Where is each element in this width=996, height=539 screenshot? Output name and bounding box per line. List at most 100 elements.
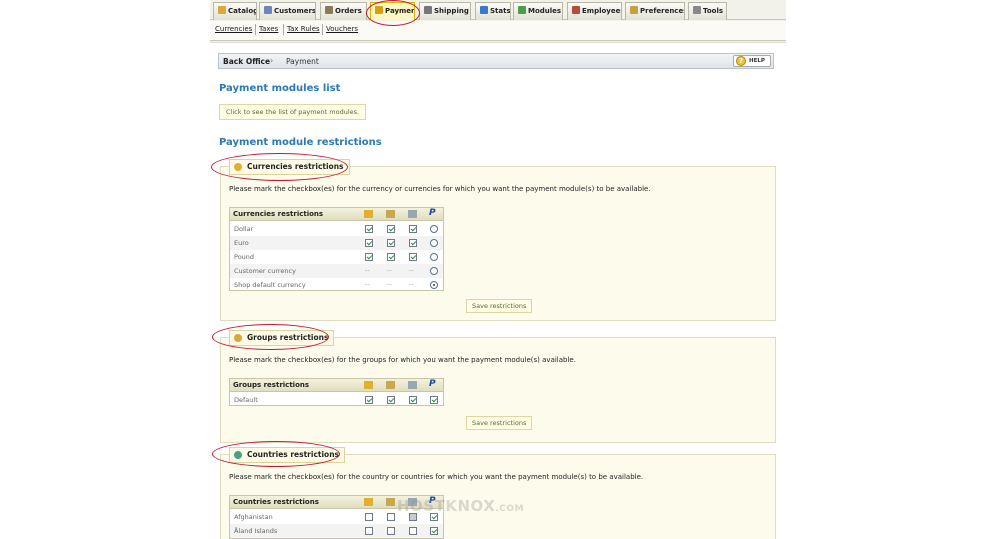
- tab-label: Customers: [274, 7, 316, 15]
- module-checkbox[interactable]: [387, 396, 395, 404]
- table-row: Åland Islands: [230, 524, 443, 538]
- not-applicable-dash: --: [365, 280, 370, 288]
- tab-tools[interactable]: Tools: [688, 2, 727, 20]
- module-checkbox[interactable]: [365, 239, 373, 247]
- module-checkbox[interactable]: [387, 253, 395, 261]
- module-checkbox[interactable]: [387, 513, 395, 521]
- breadcrumb-current: Payment: [286, 57, 319, 66]
- help-button[interactable]: ? HELP: [733, 55, 771, 67]
- tab-label: Orders: [335, 7, 362, 15]
- tab-label: Modules: [528, 7, 562, 15]
- breadcrumb-arrow-icon: ›: [270, 56, 274, 65]
- module-checkbox[interactable]: [365, 253, 373, 261]
- module-checkbox[interactable]: [387, 239, 395, 247]
- globe-icon: [234, 451, 242, 459]
- user-icon: [264, 6, 272, 14]
- module-checkbox[interactable]: [409, 225, 417, 233]
- table-row: Afghanistan: [230, 510, 443, 524]
- tab-employees[interactable]: Employees: [567, 2, 622, 20]
- main-tab-bar: Catalog Customers Orders Payment Shipping Sta…: [210, 0, 786, 20]
- tab-label: Preferences: [640, 7, 685, 15]
- not-applicable-dash: --: [409, 280, 414, 288]
- currencies-table: Currencies restrictions P Dollar Euro Pound C…: [229, 207, 444, 291]
- module-checkbox[interactable]: [409, 396, 417, 404]
- thumb-icon: [364, 498, 373, 506]
- subnav-currencies[interactable]: Currencies: [215, 25, 252, 33]
- group-icon: [234, 334, 242, 342]
- subnav-vouchers[interactable]: Vouchers: [326, 25, 358, 33]
- groups-table: Groups restrictions P Default: [229, 378, 444, 406]
- currencies-restrictions-panel: Currencies restrictions Please mark the …: [220, 159, 776, 321]
- paypal-icon: P: [429, 208, 436, 218]
- wire-icon: [408, 381, 417, 389]
- row-label: Åland Islands: [234, 527, 278, 535]
- cheque-icon: [386, 210, 395, 218]
- module-checkbox[interactable]: [430, 513, 438, 521]
- row-label: Afghanistan: [234, 513, 273, 521]
- module-checkbox[interactable]: [409, 527, 417, 535]
- tab-label: Stats: [490, 7, 511, 15]
- tab-modules[interactable]: Modules: [513, 2, 563, 20]
- tab-payment[interactable]: Payment: [370, 2, 415, 20]
- currencies-save-button[interactable]: Save restrictions: [466, 299, 533, 313]
- module-checkbox[interactable]: [430, 396, 438, 404]
- table-row: Dollar: [230, 222, 443, 236]
- countries-legend: Countries restrictions: [229, 447, 346, 463]
- module-radio[interactable]: [430, 281, 438, 289]
- groups-legend-label: Groups restrictions: [247, 333, 329, 342]
- not-applicable-dash: --: [365, 266, 370, 274]
- module-radio[interactable]: [430, 267, 438, 275]
- tab-orders[interactable]: Orders: [320, 2, 367, 20]
- paypal-icon: P: [429, 379, 436, 389]
- restrictions-title: Payment module restrictions: [219, 137, 382, 148]
- money-icon: [234, 163, 242, 171]
- folder-icon: [218, 6, 226, 14]
- module-radio[interactable]: [430, 225, 438, 233]
- breadcrumb-root[interactable]: Back Office: [223, 57, 270, 66]
- module-radio[interactable]: [430, 253, 438, 261]
- groups-restrictions-panel: Groups restrictions Please mark the chec…: [220, 330, 776, 443]
- table-row: Pound: [230, 250, 443, 264]
- module-checkbox[interactable]: [387, 527, 395, 535]
- module-checkbox[interactable]: [409, 239, 417, 247]
- countries-restrictions-panel: Countries restrictions Please mark the c…: [220, 447, 776, 539]
- subnav-separator: [255, 24, 256, 35]
- paypal-icon: P: [429, 496, 436, 506]
- subnav-separator: [283, 24, 284, 35]
- tab-stats[interactable]: Stats: [475, 2, 511, 20]
- employee-icon: [572, 6, 580, 14]
- main-content: Back Office › Payment ? HELP Payment mod…: [210, 42, 786, 539]
- module-checkbox[interactable]: [365, 527, 373, 535]
- table-row: Customer currency -- -- --: [230, 264, 443, 278]
- module-checkbox[interactable]: [365, 225, 373, 233]
- module-checkbox[interactable]: [365, 513, 373, 521]
- back-office-window: Catalog Customers Orders Payment Shipping Sta…: [210, 0, 786, 539]
- thumb-icon: [364, 210, 373, 218]
- module-radio[interactable]: [430, 239, 438, 247]
- tab-label: Tools: [703, 7, 724, 15]
- tab-shipping[interactable]: Shipping: [419, 2, 471, 20]
- module-checkbox[interactable]: [409, 513, 417, 521]
- thumb-icon: [364, 381, 373, 389]
- subnav-tax-rules[interactable]: Tax Rules: [287, 25, 320, 33]
- wire-icon: [408, 498, 417, 506]
- module-checkbox[interactable]: [387, 225, 395, 233]
- countries-description: Please mark the checkbox(es) for the cou…: [229, 473, 644, 481]
- tab-customers[interactable]: Customers: [259, 2, 316, 20]
- truck-icon: [424, 6, 432, 14]
- show-modules-list-button[interactable]: Click to see the list of payment modules…: [219, 104, 367, 120]
- subnav-taxes[interactable]: Taxes: [259, 25, 278, 33]
- table-row: Euro: [230, 236, 443, 250]
- module-checkbox[interactable]: [409, 253, 417, 261]
- tab-catalog[interactable]: Catalog: [213, 2, 257, 20]
- cheque-icon: [386, 381, 395, 389]
- row-label: Pound: [234, 253, 255, 261]
- module-checkbox[interactable]: [430, 527, 438, 535]
- countries-legend-label: Countries restrictions: [247, 450, 340, 459]
- table-row: Shop default currency -- -- --: [230, 278, 443, 292]
- table-header: Groups restrictions P: [230, 379, 443, 392]
- groups-save-button[interactable]: Save restrictions: [466, 416, 533, 430]
- module-checkbox[interactable]: [365, 396, 373, 404]
- preferences-icon: [630, 6, 638, 14]
- tab-preferences[interactable]: Preferences: [625, 2, 685, 20]
